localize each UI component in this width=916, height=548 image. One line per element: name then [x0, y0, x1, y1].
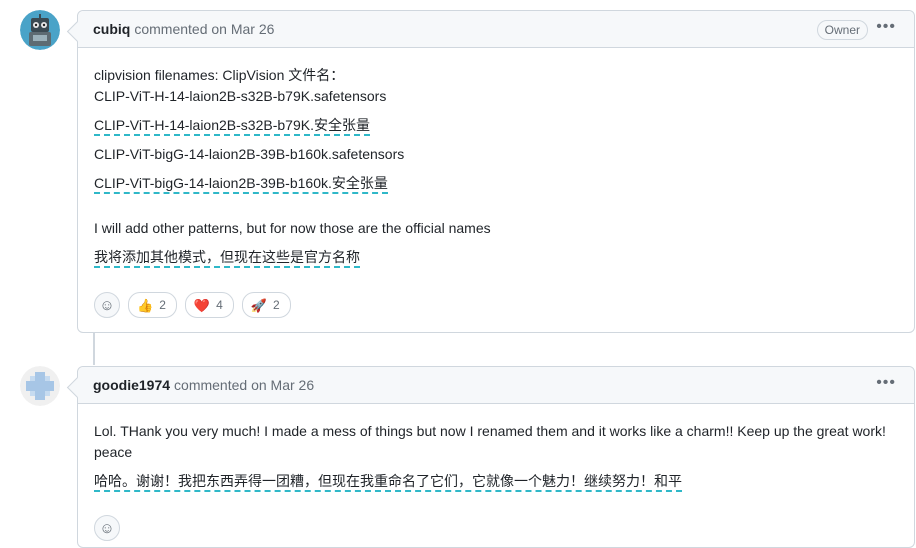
translated-line: CLIP-ViT-bigG-14-laion2B-39B-b160k.安全张量 [94, 173, 388, 194]
reaction-heart[interactable]: ❤️ 4 [184, 292, 234, 318]
comment-card-goodie1974: goodie1974 commented on Mar 26 ••• Lol. … [77, 366, 915, 548]
rocket-icon: 🚀 [250, 297, 267, 313]
timeline-connector [93, 333, 95, 365]
comment-timestamp[interactable]: commented on Mar 26 [134, 21, 274, 37]
avatar-cubiq[interactable] [20, 10, 60, 50]
heart-icon: ❤️ [193, 297, 211, 313]
comment-line: I will add other patterns, but for now t… [94, 220, 491, 236]
avatar-goodie1974[interactable] [20, 366, 60, 406]
comment-line: clipvision filenames: ClipVision 文件名： [94, 67, 345, 83]
comment-author[interactable]: cubiq [93, 21, 130, 37]
translated-line: 哈哈。谢谢！我把东西弄得一团糟，但现在我重命名了它们，它就像一个魅力！继续努力！… [94, 471, 682, 492]
owner-badge: Owner [816, 20, 868, 40]
translated-line: CLIP-ViT-H-14-laion2B-s32B-b79K.安全张量 [94, 115, 370, 136]
add-reaction-smiley-icon[interactable]: ☺ [94, 515, 120, 541]
reaction-count: 2 [272, 298, 280, 312]
comment-timestamp[interactable]: commented on Mar 26 [174, 377, 314, 393]
thumbs-up-icon: 👍 [137, 297, 154, 313]
comment-card-cubiq: cubiq commented on Mar 26 Owner ••• clip… [77, 10, 915, 333]
reactions-bar: ☺ [94, 515, 120, 541]
reaction-count: 4 [216, 298, 223, 312]
comment-line: Lol. THank you very much! I made a mess … [94, 423, 886, 439]
comment-author[interactable]: goodie1974 [93, 377, 170, 393]
reaction-thumbs-up[interactable]: 👍 2 [128, 292, 177, 318]
comment-line: CLIP-ViT-H-14-laion2B-s32B-b79K.safetens… [94, 88, 387, 104]
translated-line: 我将添加其他模式，但现在这些是官方名称 [94, 247, 360, 268]
kebab-horizontal-icon[interactable]: ••• [876, 373, 896, 393]
reaction-rocket[interactable]: 🚀 2 [241, 292, 291, 318]
reaction-count: 2 [159, 298, 166, 312]
comment-header: cubiq commented on Mar 26 Owner ••• [78, 11, 914, 48]
kebab-horizontal-icon[interactable]: ••• [876, 17, 896, 37]
add-reaction-smiley-icon[interactable]: ☺ [94, 292, 120, 318]
comment-line: peace [94, 444, 133, 460]
reactions-bar: ☺ 👍 2 ❤️ 4 🚀 2 [94, 292, 291, 318]
comment-header: goodie1974 commented on Mar 26 ••• [78, 367, 914, 404]
comment-line: CLIP-ViT-bigG-14-laion2B-39B-b160k.safet… [94, 146, 405, 162]
